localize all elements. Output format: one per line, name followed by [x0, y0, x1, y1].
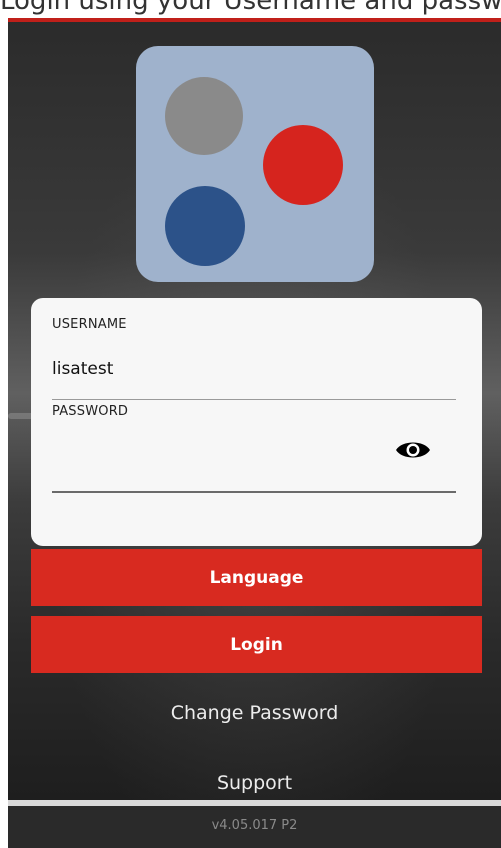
footer: v4.05.017 P2	[8, 806, 501, 848]
username-underline	[52, 399, 456, 400]
logo-blue-dot	[165, 186, 245, 266]
login-card: USERNAME PASSWORD	[31, 298, 482, 546]
top-accent-bar	[8, 18, 501, 22]
login-screen: USERNAME PASSWORD Language Login Change …	[8, 18, 501, 800]
app-logo	[136, 46, 374, 282]
change-password-link[interactable]: Change Password	[8, 702, 501, 724]
password-underline	[52, 491, 456, 493]
top-caption: Login using your Username and password	[0, 0, 501, 16]
username-input[interactable]	[52, 356, 456, 382]
language-button[interactable]: Language	[31, 549, 482, 606]
password-label: PASSWORD	[52, 404, 129, 419]
logo-gray-dot	[165, 77, 243, 155]
top-caption-strip: Login using your Username and password	[0, 0, 501, 18]
support-link[interactable]: Support	[8, 772, 501, 794]
password-input[interactable]	[52, 438, 392, 464]
username-label: USERNAME	[52, 317, 127, 332]
version-label: v4.05.017 P2	[211, 818, 298, 833]
eye-icon[interactable]	[395, 438, 431, 462]
logo-red-dot	[263, 125, 343, 205]
login-button[interactable]: Login	[31, 616, 482, 673]
